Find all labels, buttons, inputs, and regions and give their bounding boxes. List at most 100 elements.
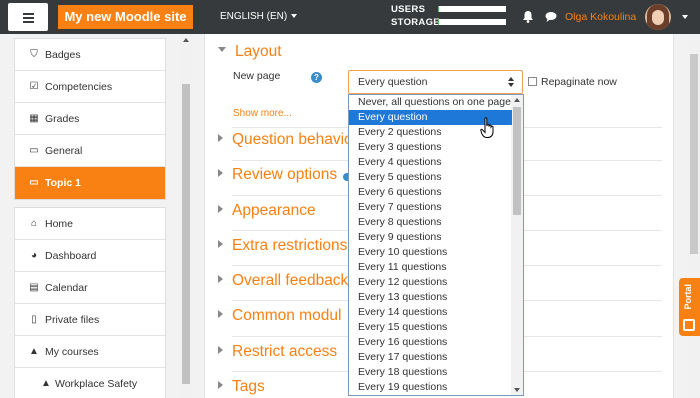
dropdown-option[interactable]: Every 3 questions bbox=[349, 140, 512, 155]
expand-icon bbox=[218, 345, 223, 354]
expand-icon bbox=[218, 309, 223, 318]
new-page-options-list[interactable]: Never, all questions on one page Every qu… bbox=[348, 94, 524, 396]
repaginate-checkbox[interactable]: Repaginate now bbox=[528, 76, 617, 88]
nav-item-label: Dashboard bbox=[45, 250, 97, 262]
select-value: Every question bbox=[358, 76, 428, 88]
bell-icon[interactable] bbox=[522, 10, 534, 23]
nav-item-workplace-safety[interactable]: ▲ Workplace Safety bbox=[15, 368, 165, 398]
folder-icon: ▭ bbox=[29, 145, 39, 156]
nav-item-badges[interactable]: ⛉ Badges bbox=[15, 39, 165, 71]
language-menu[interactable]: ENGLISH (EN) bbox=[220, 11, 298, 22]
graduation-cap-icon: ▲ bbox=[41, 378, 51, 389]
dropdown-option[interactable]: Every 13 questions bbox=[349, 290, 512, 305]
section-layout-header[interactable]: Layout bbox=[218, 43, 282, 61]
nav-item-grades[interactable]: ▦ Grades bbox=[15, 103, 165, 135]
table-icon: ▦ bbox=[29, 113, 39, 124]
scrollbar-thumb[interactable] bbox=[182, 84, 190, 384]
nav-item-my-courses[interactable]: ▲ My courses bbox=[15, 336, 165, 368]
section-title: Layout bbox=[235, 43, 282, 60]
page-scrollbar[interactable] bbox=[688, 34, 700, 398]
dropdown-option[interactable]: Every 12 questions bbox=[349, 275, 512, 290]
nav-item-general[interactable]: ▭ General bbox=[15, 135, 165, 167]
chat-icon[interactable] bbox=[545, 11, 557, 23]
scroll-up-icon[interactable] bbox=[183, 38, 189, 42]
hand-cursor-icon bbox=[480, 117, 494, 138]
dropdown-option[interactable]: Every 6 questions bbox=[349, 185, 512, 200]
section-common-module-header[interactable]: Common modul bbox=[218, 307, 341, 325]
nav-item-label: Topic 1 bbox=[45, 177, 81, 189]
dropdown-option[interactable]: Every 16 questions bbox=[349, 335, 512, 350]
nav-item-competencies[interactable]: ☑ Competencies bbox=[15, 71, 165, 103]
dropdown-option[interactable]: Never, all questions on one page bbox=[349, 95, 512, 110]
section-appearance-header[interactable]: Appearance bbox=[218, 202, 316, 220]
section-review-options-header[interactable]: Review options bbox=[218, 166, 337, 184]
dropdown-option[interactable]: Every 19 questions bbox=[349, 380, 512, 395]
nav-item-label: Grades bbox=[45, 113, 80, 125]
course-nav-group: ⛉ Badges ☑ Competencies ▦ Grades ▭ General ▭… bbox=[14, 38, 166, 200]
site-nav-group: ⌂ Home ◕ Dashboard ▤ Calendar ▯ Private file… bbox=[14, 207, 166, 398]
collapse-icon bbox=[218, 47, 226, 53]
section-title: Appearance bbox=[232, 202, 316, 219]
dropdown-option[interactable]: Every 5 questions bbox=[349, 170, 512, 185]
quota-storage-bar bbox=[438, 19, 506, 25]
section-title: Extra restrictions bbox=[232, 237, 348, 254]
quota-storage-fill bbox=[438, 19, 440, 25]
dropdown-option[interactable]: Every 9 questions bbox=[349, 230, 512, 245]
scrollbar-thumb[interactable] bbox=[513, 107, 521, 215]
scrollbar-thumb[interactable] bbox=[690, 54, 698, 254]
hamburger-icon-line bbox=[23, 21, 34, 23]
language-label: ENGLISH (EN) bbox=[220, 11, 288, 22]
top-navbar: My new Moodle site ENGLISH (EN) USERS ST… bbox=[0, 0, 700, 34]
scroll-up-icon[interactable] bbox=[514, 98, 520, 102]
dropdown-scrollbar[interactable] bbox=[511, 95, 523, 395]
user-name[interactable]: Olga Kokoulina bbox=[565, 11, 636, 23]
section-title: Common modul bbox=[232, 307, 342, 324]
dropdown-option[interactable]: Every 4 questions bbox=[349, 155, 512, 170]
dropdown-option[interactable]: Every 8 questions bbox=[349, 215, 512, 230]
scroll-down-icon[interactable] bbox=[514, 388, 520, 392]
chevron-down-icon[interactable] bbox=[682, 15, 688, 19]
section-tags-header[interactable]: Tags bbox=[218, 378, 265, 396]
help-icon[interactable]: ? bbox=[311, 72, 322, 83]
section-title: Question behavio bbox=[232, 131, 353, 148]
quota-storage-label: STORAGE bbox=[391, 17, 440, 28]
show-more-link[interactable]: Show more... bbox=[233, 108, 292, 119]
nav-item-label: Calendar bbox=[45, 282, 88, 294]
nav-item-home[interactable]: ⌂ Home bbox=[15, 208, 165, 240]
section-overall-feedback-header[interactable]: Overall feedback bbox=[218, 272, 348, 290]
drawer-scrollbar[interactable] bbox=[180, 34, 192, 398]
section-title: Overall feedback bbox=[232, 272, 349, 289]
dropdown-option[interactable]: Every 10 questions bbox=[349, 245, 512, 260]
nav-item-label: Home bbox=[45, 218, 74, 230]
expand-icon bbox=[218, 274, 223, 283]
dropdown-option[interactable]: Every 7 questions bbox=[349, 200, 512, 215]
new-page-select[interactable]: Every question bbox=[348, 70, 523, 94]
section-restrict-access-header[interactable]: Restrict access bbox=[218, 343, 337, 361]
nav-item-dashboard[interactable]: ◕ Dashboard bbox=[15, 240, 165, 272]
quota-users-bar bbox=[438, 6, 506, 12]
expand-icon bbox=[218, 239, 223, 248]
section-title: Review options bbox=[232, 166, 338, 183]
section-extra-restrictions-header[interactable]: Extra restrictions bbox=[218, 237, 347, 255]
avatar[interactable] bbox=[645, 4, 671, 30]
portal-tab[interactable]: Portal bbox=[679, 278, 700, 336]
site-name-link[interactable]: My new Moodle site bbox=[58, 5, 193, 29]
dashboard-icon: ◕ bbox=[30, 250, 38, 261]
section-question-behaviour-header[interactable]: Question behavio bbox=[218, 131, 353, 149]
dropdown-option[interactable]: Every 15 questions bbox=[349, 320, 512, 335]
expand-icon bbox=[218, 133, 223, 142]
checkbox-icon[interactable] bbox=[528, 77, 537, 86]
menu-toggle-button[interactable] bbox=[8, 3, 48, 31]
dropdown-option[interactable]: Every 18 questions bbox=[349, 365, 512, 380]
select-arrows-icon bbox=[508, 77, 514, 87]
avatar-face bbox=[652, 10, 664, 25]
dropdown-option[interactable]: Every 17 questions bbox=[349, 350, 512, 365]
nav-item-label: Badges bbox=[45, 49, 81, 61]
nav-item-label: General bbox=[45, 145, 83, 157]
dropdown-option[interactable]: Every 11 questions bbox=[349, 260, 512, 275]
dropdown-option[interactable]: Every 14 questions bbox=[349, 305, 512, 320]
new-page-label: New page bbox=[233, 70, 281, 82]
nav-item-private-files[interactable]: ▯ Private files bbox=[15, 304, 165, 336]
nav-item-topic-1[interactable]: ▭ Topic 1 bbox=[15, 167, 165, 199]
nav-item-calendar[interactable]: ▤ Calendar bbox=[15, 272, 165, 304]
